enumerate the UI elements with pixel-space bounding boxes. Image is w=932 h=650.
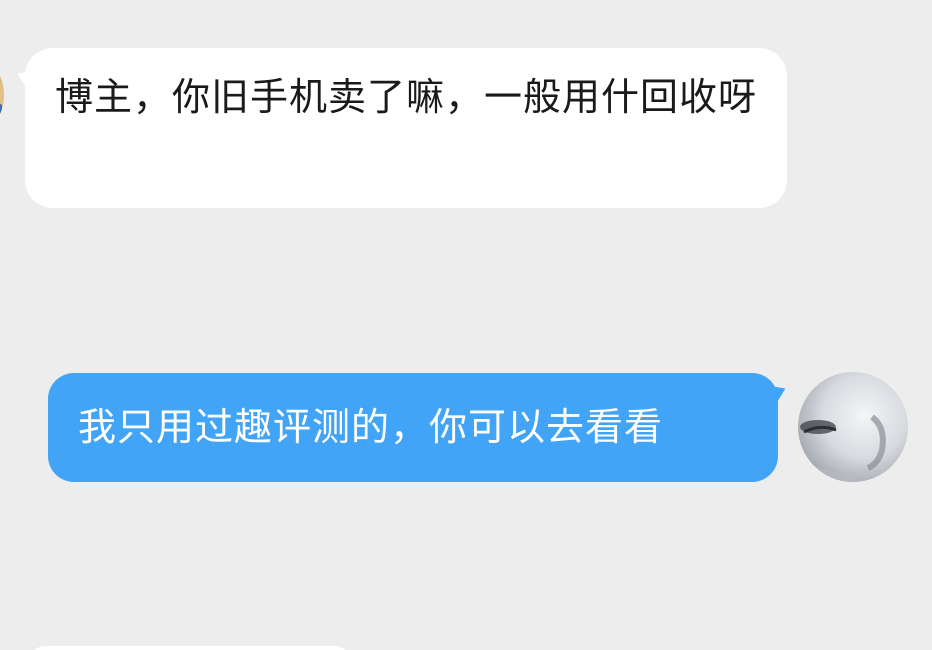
portrait-icon: [798, 414, 886, 482]
sender-avatar[interactable]: [0, 62, 4, 128]
chat-message-list[interactable]: 博主，你旧手机卖了嘛，一般用什回收呀 我只用过趣评测的，你可以去看看: [0, 0, 932, 650]
self-avatar[interactable]: [798, 372, 908, 482]
outgoing-message-bubble[interactable]: 我只用过趣评测的，你可以去看看: [48, 373, 778, 482]
incoming-message-text: 博主，你旧手机卖了嘛，一般用什回收呀: [55, 75, 758, 119]
outgoing-message-text: 我只用过趣评测的，你可以去看看: [78, 405, 664, 449]
incoming-message-bubble[interactable]: 博主，你旧手机卖了嘛，一般用什回收呀: [25, 48, 787, 208]
next-message-bubble-partial[interactable]: [30, 646, 350, 650]
